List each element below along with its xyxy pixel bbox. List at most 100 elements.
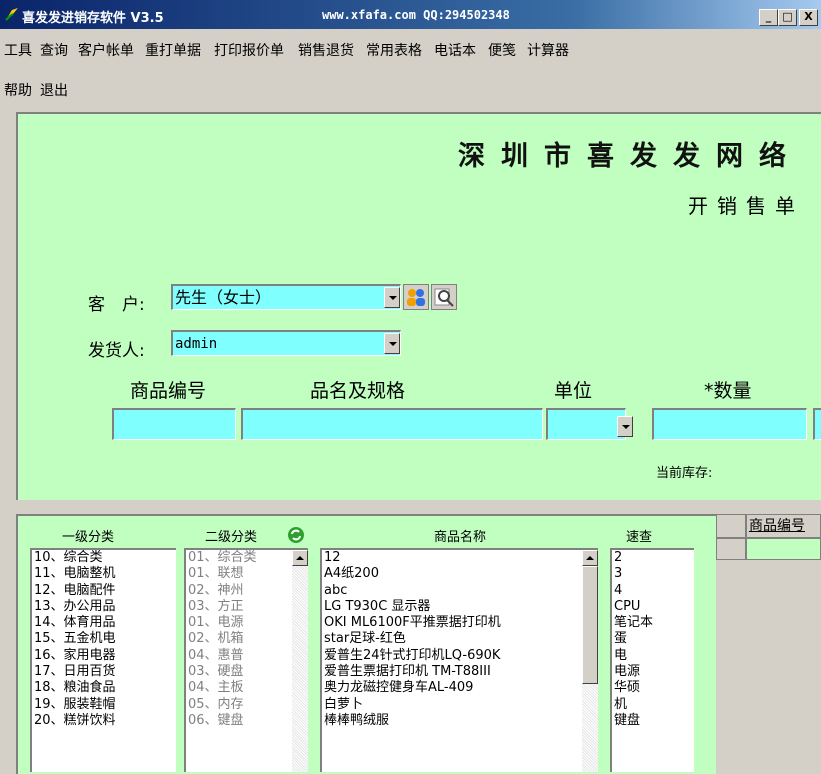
menu-sales-return[interactable]: 销售退货 [298, 40, 354, 60]
list-item[interactable]: abc [322, 583, 598, 599]
scroll-up-arrow-icon[interactable] [292, 550, 308, 566]
header-product-code: 商品编号 [130, 380, 207, 402]
product-list[interactable]: 12 A4纸200 abc LG T930C 显示器 OKI ML6100F平推… [320, 548, 598, 772]
menu-query[interactable]: 查询 [40, 40, 68, 60]
header-unit: 单位 [554, 380, 593, 402]
quantity-input[interactable] [652, 408, 807, 440]
list-item[interactable]: 电 [612, 648, 694, 664]
scroll-up-arrow-icon[interactable] [582, 550, 598, 566]
product-scrollbar[interactable] [582, 550, 598, 772]
menu-common-tables[interactable]: 常用表格 [366, 40, 422, 60]
list-item[interactable]: 17、日用百货 [32, 664, 176, 680]
list-item[interactable]: 02、机箱 [186, 631, 308, 647]
list-item[interactable]: 18、粮油食品 [32, 680, 176, 696]
people-icon [407, 289, 425, 306]
list-item[interactable]: 4 [612, 583, 694, 599]
customer-dropdown-button[interactable] [384, 287, 400, 308]
menu-calculator[interactable]: 计算器 [527, 40, 569, 60]
grid-cell[interactable] [746, 538, 821, 560]
shipper-field[interactable]: admin [171, 330, 401, 356]
form-subtitle: 开销售单 [688, 194, 804, 218]
price-input[interactable] [813, 408, 821, 440]
minimize-button[interactable]: _ [759, 9, 778, 26]
list-item[interactable]: 12、电脑配件 [32, 583, 176, 599]
list-item[interactable]: 爱普生24针式打印机LQ-690K [322, 648, 598, 664]
scroll-thumb[interactable] [582, 566, 598, 684]
list-item[interactable]: 奥力龙磁控健身车AL-409 [322, 680, 598, 696]
window-title: 喜发发进销存软件 V3.5 [22, 11, 164, 26]
list-item[interactable]: OKI ML6100F平推票据打印机 [322, 615, 598, 631]
close-button[interactable]: X [799, 9, 818, 26]
list-item[interactable]: A4纸200 [322, 566, 598, 582]
menu-notes[interactable]: 便笺 [488, 40, 516, 60]
menu-help[interactable]: 帮助 [4, 80, 32, 100]
unit-select[interactable] [546, 408, 626, 440]
grid-header-product-code[interactable]: 商品编号 [746, 514, 821, 538]
shipper-label: 发货人: [88, 341, 145, 361]
list-item[interactable]: 电源 [612, 664, 694, 680]
list-item[interactable]: 12 [322, 550, 598, 566]
customer-label: 客 户: [88, 295, 145, 315]
list-item[interactable]: 白萝卜 [322, 697, 598, 713]
list-item[interactable]: 11、电脑整机 [32, 566, 176, 582]
company-name: 深圳市喜发发网络 [458, 141, 802, 172]
list-item[interactable]: 06、键盘 [186, 713, 308, 729]
customer-search-icon[interactable] [431, 284, 457, 310]
stock-label: 当前库存: [656, 466, 713, 481]
unit-dropdown-button[interactable] [617, 416, 633, 437]
quick-header: 速查 [626, 530, 653, 545]
level1-header: 一级分类 [62, 530, 115, 545]
level2-scrollbar[interactable] [292, 550, 308, 772]
level1-category-list[interactable]: 10、综合类 11、电脑整机 12、电脑配件 13、办公用品 14、体育用品 1… [30, 548, 176, 772]
sales-form-panel: 深圳市喜发发网络 开销售单 客 户: 先生（女士） 发货人: admin 商品编… [16, 112, 821, 500]
menu-tools[interactable]: 工具 [4, 40, 32, 60]
list-item[interactable]: 01、综合类 [186, 550, 308, 566]
list-item[interactable]: 15、五金机电 [32, 631, 176, 647]
list-item[interactable]: 03、方正 [186, 599, 308, 615]
list-item[interactable]: LG T930C 显示器 [322, 599, 598, 615]
customer-list-icon[interactable] [403, 284, 429, 310]
list-item[interactable]: 棒棒鸭绒服 [322, 713, 598, 729]
list-item[interactable]: 19、服装鞋帽 [32, 697, 176, 713]
list-item[interactable]: star足球-红色 [322, 631, 598, 647]
menu-exit[interactable]: 退出 [40, 80, 68, 100]
list-item[interactable]: 爱普生票据打印机 TM-T88III [322, 664, 598, 680]
list-item[interactable]: 14、体育用品 [32, 615, 176, 631]
item-grid: 商品编号 [716, 514, 821, 774]
menu-phonebook[interactable]: 电话本 [434, 40, 476, 60]
list-item[interactable]: 10、综合类 [32, 550, 176, 566]
maximize-button[interactable]: □ [778, 9, 797, 26]
menu-customer-bill[interactable]: 客户帐单 [78, 40, 134, 60]
level2-header: 二级分类 [205, 530, 258, 545]
list-item[interactable]: 20、糕饼饮料 [32, 713, 176, 729]
list-item[interactable]: 01、电源 [186, 615, 308, 631]
shipper-dropdown-button[interactable] [384, 333, 400, 354]
list-item[interactable]: 2 [612, 550, 694, 566]
list-item[interactable]: 13、办公用品 [32, 599, 176, 615]
list-item[interactable]: 03、硬盘 [186, 664, 308, 680]
list-item[interactable]: 3 [612, 566, 694, 582]
list-item[interactable]: 05、内存 [186, 697, 308, 713]
refresh-icon[interactable] [287, 526, 305, 544]
window-website: www.xfafa.com QQ:294502348 [322, 8, 510, 22]
list-item[interactable]: 02、神州 [186, 583, 308, 599]
list-item[interactable]: 蛋 [612, 631, 694, 647]
quick-search-list[interactable]: 2 3 4 CPU 笔记本 蛋 电 电源 华硕 机 键盘 [610, 548, 694, 772]
grid-row-header[interactable] [716, 538, 746, 560]
list-item[interactable]: 16、家用电器 [32, 648, 176, 664]
level2-category-list[interactable]: 01、综合类 01、联想 02、神州 03、方正 01、电源 02、机箱 04、… [184, 548, 308, 772]
title-bar[interactable]: 喜发发进销存软件 V3.5 www.xfafa.com QQ:294502348… [0, 0, 821, 29]
list-item[interactable]: 04、主板 [186, 680, 308, 696]
menu-print-quote[interactable]: 打印报价单 [214, 40, 284, 60]
product-name-input[interactable] [241, 408, 543, 440]
product-code-input[interactable] [112, 408, 236, 440]
list-item[interactable]: 华硕 [612, 680, 694, 696]
list-item[interactable]: 04、惠普 [186, 648, 308, 664]
list-item[interactable]: CPU [612, 599, 694, 615]
list-item[interactable]: 机 [612, 697, 694, 713]
list-item[interactable]: 笔记本 [612, 615, 694, 631]
customer-field[interactable]: 先生（女士） [171, 284, 401, 310]
list-item[interactable]: 01、联想 [186, 566, 308, 582]
menu-reprint[interactable]: 重打单据 [145, 40, 201, 60]
list-item[interactable]: 键盘 [612, 713, 694, 729]
